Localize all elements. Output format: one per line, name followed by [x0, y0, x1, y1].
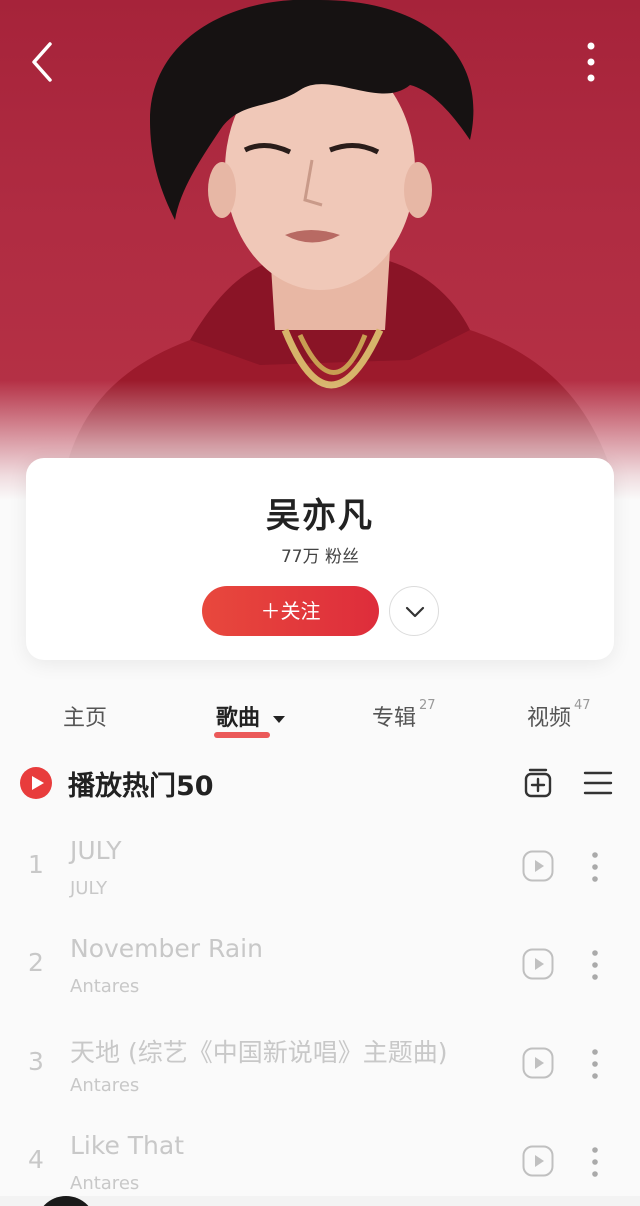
- song-index: 2: [28, 948, 44, 977]
- tab-home-label: 主页: [63, 706, 108, 731]
- song-more-button[interactable]: [584, 1145, 606, 1179]
- video-play-icon: [522, 850, 554, 882]
- song-album: JULY: [70, 878, 108, 899]
- mv-button[interactable]: [522, 1145, 554, 1177]
- tab-home[interactable]: 主页: [63, 700, 107, 732]
- artist-tabs: 主页 歌曲 专辑27 视频47: [0, 690, 640, 746]
- song-row[interactable]: 1 JULY JULY: [0, 828, 640, 918]
- tab-videos-label: 视频: [527, 706, 572, 731]
- back-button[interactable]: [22, 38, 66, 86]
- tab-albums-count: 27: [419, 698, 436, 713]
- video-play-icon: [522, 1145, 554, 1177]
- list-menu-icon: [583, 771, 613, 795]
- tab-videos-count: 47: [574, 698, 591, 713]
- vertical-dots-icon: [592, 852, 598, 882]
- song-more-button[interactable]: [584, 948, 606, 982]
- chevron-left-icon: [32, 42, 52, 82]
- play-circle-icon: [20, 767, 52, 799]
- caret-down-icon: [272, 716, 285, 723]
- tab-albums-label: 专辑: [372, 706, 417, 731]
- mv-button[interactable]: [522, 850, 554, 882]
- vertical-dots-icon: [592, 1049, 598, 1079]
- artist-page: 吴亦凡 77万 粉丝 ＋关注 主页 歌曲 专辑27 视频47 播放热门50 1 …: [0, 0, 640, 1206]
- multi-select-button[interactable]: [582, 766, 614, 800]
- vertical-dots-icon: [592, 1147, 598, 1177]
- tab-songs[interactable]: 歌曲: [216, 700, 286, 732]
- vertical-dots-icon: [587, 42, 595, 82]
- tab-albums[interactable]: 专辑27: [372, 698, 436, 732]
- mv-button[interactable]: [522, 1047, 554, 1079]
- song-index: 4: [28, 1145, 44, 1174]
- artist-hero-banner: [0, 0, 640, 500]
- fans-count: 77万 粉丝: [280, 547, 360, 567]
- song-index: 1: [28, 850, 44, 879]
- add-to-collection-button[interactable]: [521, 766, 555, 800]
- song-title: 天地 (综艺《中国新说唱》主题曲): [70, 1038, 448, 1067]
- song-row[interactable]: 3 天地 (综艺《中国新说唱》主题曲) Antares: [0, 1025, 640, 1115]
- song-more-button[interactable]: [584, 1047, 606, 1081]
- song-album: Antares: [70, 976, 140, 997]
- active-tab-indicator: [214, 732, 270, 738]
- artist-info-card: 吴亦凡 77万 粉丝 ＋关注: [26, 458, 614, 660]
- vertical-dots-icon: [592, 950, 598, 980]
- bottom-player-bar: [0, 1196, 640, 1206]
- chevron-down-icon: [405, 606, 425, 618]
- tab-songs-label: 歌曲: [216, 706, 261, 731]
- artist-name: 吴亦凡: [266, 496, 374, 536]
- mv-button[interactable]: [522, 948, 554, 980]
- song-title: November Rain: [70, 934, 263, 963]
- add-to-collection-icon: [524, 768, 552, 798]
- more-options-button[interactable]: [570, 38, 614, 86]
- tab-videos[interactable]: 视频47: [527, 698, 591, 732]
- song-row[interactable]: 4 Like That Antares: [0, 1123, 640, 1206]
- video-play-icon: [522, 948, 554, 980]
- video-play-icon: [522, 1047, 554, 1079]
- song-title: Like That: [70, 1131, 185, 1160]
- follow-button[interactable]: ＋关注: [202, 586, 379, 636]
- song-row[interactable]: 2 November Rain Antares: [0, 926, 640, 1016]
- song-title: JULY: [70, 836, 122, 865]
- expand-similar-button[interactable]: [389, 586, 439, 636]
- play-hot-50-title[interactable]: 播放热门50: [68, 764, 214, 803]
- song-index: 3: [28, 1047, 44, 1076]
- song-album: Antares: [70, 1173, 140, 1194]
- song-more-button[interactable]: [584, 850, 606, 884]
- play-hot-50-row: 播放热门50: [0, 758, 640, 808]
- song-album: Antares: [70, 1075, 140, 1096]
- play-all-button[interactable]: [19, 766, 53, 800]
